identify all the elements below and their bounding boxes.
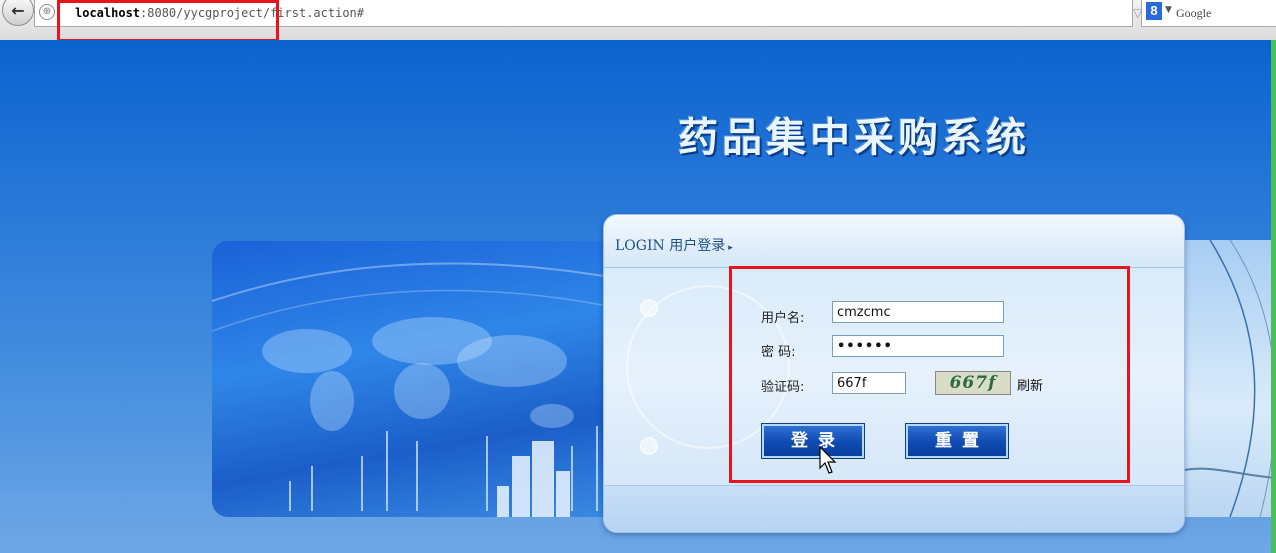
google-logo-icon[interactable]: 8 — [1146, 2, 1162, 20]
url-highlight-box — [57, 0, 279, 42]
login-title-text: LOGIN 用户登录 — [615, 238, 726, 254]
hero-banner — [212, 241, 632, 517]
back-arrow-icon[interactable]: ← — [2, 0, 34, 26]
globe-icon: ⊕ — [39, 4, 55, 20]
world-map-illustration — [212, 262, 632, 517]
login-title: LOGIN 用户登录 ▸ — [615, 235, 733, 255]
page-edge — [1271, 40, 1276, 553]
arc-decoration — [1184, 239, 1276, 518]
mouse-cursor-icon — [819, 446, 837, 474]
engine-caret-icon[interactable]: ▼ — [1165, 5, 1172, 15]
search-box[interactable]: 8 ▼ Google — [1141, 0, 1276, 27]
login-panel-header: LOGIN 用户登录 ▸ — [604, 215, 1184, 268]
login-panel-footer — [604, 485, 1184, 532]
right-decoration-panel — [1170, 239, 1276, 518]
decorative-dot-icon — [640, 437, 658, 455]
system-title: 药品集中采购系统 — [678, 114, 1030, 161]
decorative-dot-icon — [640, 299, 658, 317]
title-caret-icon: ▸ — [728, 243, 733, 253]
search-engine-label: Google — [1176, 6, 1212, 20]
form-highlight-box — [729, 266, 1130, 483]
login-page: 药品集中采购系统 LOGIN 用户登录 ▸ 用户名: cmzcmc 密 码: •… — [0, 40, 1276, 553]
